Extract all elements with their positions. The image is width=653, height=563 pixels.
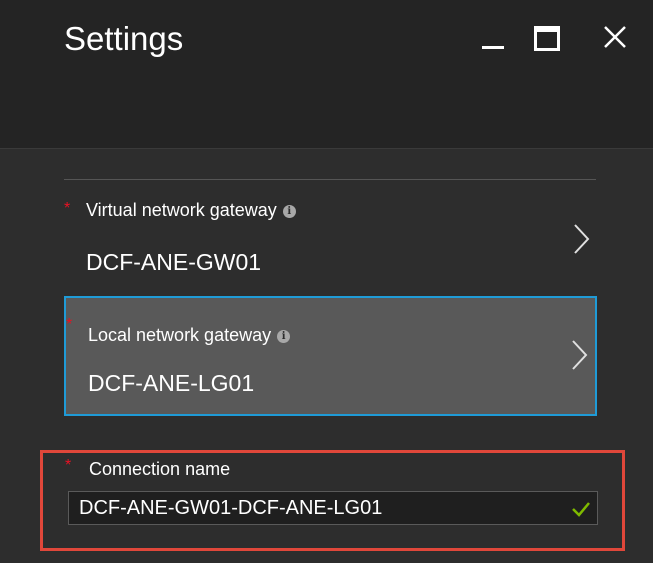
local-network-gateway-selector[interactable]: * Local network gateway i DCF-ANE-LG01 xyxy=(64,296,597,416)
minimize-icon xyxy=(482,46,504,49)
required-marker: * xyxy=(64,200,71,217)
close-icon xyxy=(604,26,626,48)
chevron-right-icon xyxy=(574,224,590,254)
maximize-button[interactable] xyxy=(534,24,562,51)
local-network-gateway-label: Local network gateway i xyxy=(88,325,291,346)
close-button[interactable] xyxy=(598,20,632,54)
virtual-network-gateway-selector[interactable]: * Virtual network gateway i DCF-ANE-GW01 xyxy=(64,192,597,288)
chevron-right-icon xyxy=(572,340,588,370)
connection-name-input[interactable] xyxy=(68,491,598,525)
section-divider xyxy=(64,179,596,180)
connection-name-section: * Connection name xyxy=(40,450,625,551)
connection-name-label: Connection name xyxy=(89,459,231,479)
required-marker: * xyxy=(66,316,73,333)
blade-title: Settings xyxy=(64,20,184,57)
maximize-icon xyxy=(534,26,560,51)
info-icon[interactable]: i xyxy=(282,205,296,218)
valid-check-icon xyxy=(572,502,590,517)
required-marker: * xyxy=(65,457,72,474)
local-network-gateway-label-text: Local network gateway xyxy=(88,325,272,345)
blade-header: Settings xyxy=(0,0,653,149)
virtual-network-gateway-value: DCF-ANE-GW01 xyxy=(86,249,262,275)
minimize-button[interactable] xyxy=(480,22,510,52)
settings-blade: Settings * Virtual network gateway i DCF-… xyxy=(0,0,653,563)
local-network-gateway-value: DCF-ANE-LG01 xyxy=(88,370,255,396)
virtual-network-gateway-label-text: Virtual network gateway xyxy=(86,200,277,220)
virtual-network-gateway-label: Virtual network gateway i xyxy=(86,200,296,221)
info-icon[interactable]: i xyxy=(277,330,291,343)
